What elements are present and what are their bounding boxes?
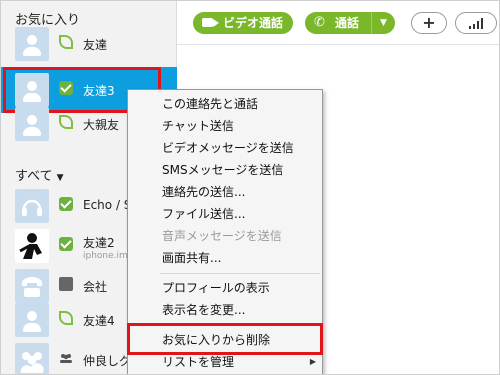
contact-name: 友達4 — [83, 314, 115, 328]
contact-name: 会社 — [83, 280, 108, 294]
contact-name: 仲良しグ — [83, 354, 132, 368]
video-camera-icon — [202, 18, 219, 27]
menu-item-send-sms[interactable]: SMSメッセージを送信 — [162, 159, 322, 181]
video-call-button[interactable]: ビデオ通話 — [193, 12, 293, 34]
menu-item-send-chat[interactable]: チャット送信 — [162, 115, 322, 137]
company-icon — [59, 277, 73, 291]
echo-headset-avatar-icon — [15, 189, 49, 223]
menu-item-send-file[interactable]: ファイル送信... — [162, 203, 322, 225]
default-avatar-icon — [15, 27, 49, 61]
contact-name: 大親友 — [83, 118, 120, 132]
plus-icon: + — [422, 13, 436, 32]
conversation-toolbar: ビデオ通話 ✆ 通話 ▼ + — [177, 1, 499, 45]
video-call-label: ビデオ通話 — [223, 16, 284, 30]
contact-name: 友達 — [83, 38, 108, 52]
menu-item-send-voice-message: 音声メッセージを送信 — [162, 229, 282, 243]
photo-avatar-icon — [15, 229, 49, 263]
all-contacts-label: すべて — [15, 169, 53, 184]
default-avatar-icon — [15, 107, 49, 141]
available-check-icon — [59, 197, 73, 211]
leaf-status-icon — [59, 311, 73, 325]
leaf-status-icon — [59, 115, 73, 129]
call-dropdown-chevron-icon[interactable]: ▼ — [371, 12, 395, 34]
menu-item-send-contacts[interactable]: 連絡先の送信... — [162, 181, 322, 203]
people-icon — [59, 351, 73, 365]
menu-item-share-screen[interactable]: 画面共有... — [162, 247, 322, 269]
call-button[interactable]: ✆ 通話 ▼ — [305, 12, 395, 34]
available-check-icon — [59, 237, 73, 251]
add-participant-button[interactable]: + — [411, 12, 447, 34]
leaf-status-icon — [59, 35, 73, 49]
menu-item-rename[interactable]: 表示名を変更... — [162, 299, 322, 321]
skype-window: お気に入り 友達 友達3 大親友 すべて ▼ Echo / Sou 友達2 ip… — [0, 0, 500, 375]
menu-item-send-video-message[interactable]: ビデオメッセージを送信 — [162, 137, 322, 159]
red-highlight-box — [127, 323, 323, 355]
contact-name: 友達2 — [83, 236, 115, 250]
group-avatar-icon — [15, 343, 49, 374]
call-label: 通話 — [335, 16, 360, 30]
call-quality-button[interactable] — [455, 12, 497, 34]
default-avatar-icon — [15, 303, 49, 337]
all-contacts-heading[interactable]: すべて ▼ — [15, 165, 64, 184]
chevron-down-icon: ▼ — [56, 173, 64, 183]
manage-lists-label: リストを管理 — [162, 355, 235, 369]
menu-item-call-contact[interactable]: この連絡先と通話 — [162, 93, 322, 115]
contact-item[interactable]: 友達 — [1, 21, 177, 67]
menu-item-view-profile[interactable]: プロフィールの表示 — [162, 277, 322, 299]
phone-handset-icon: ✆ — [314, 15, 325, 30]
signal-bars-icon — [469, 18, 485, 29]
contact-subtext: iphone.im — [83, 251, 128, 261]
menu-separator — [160, 273, 320, 274]
